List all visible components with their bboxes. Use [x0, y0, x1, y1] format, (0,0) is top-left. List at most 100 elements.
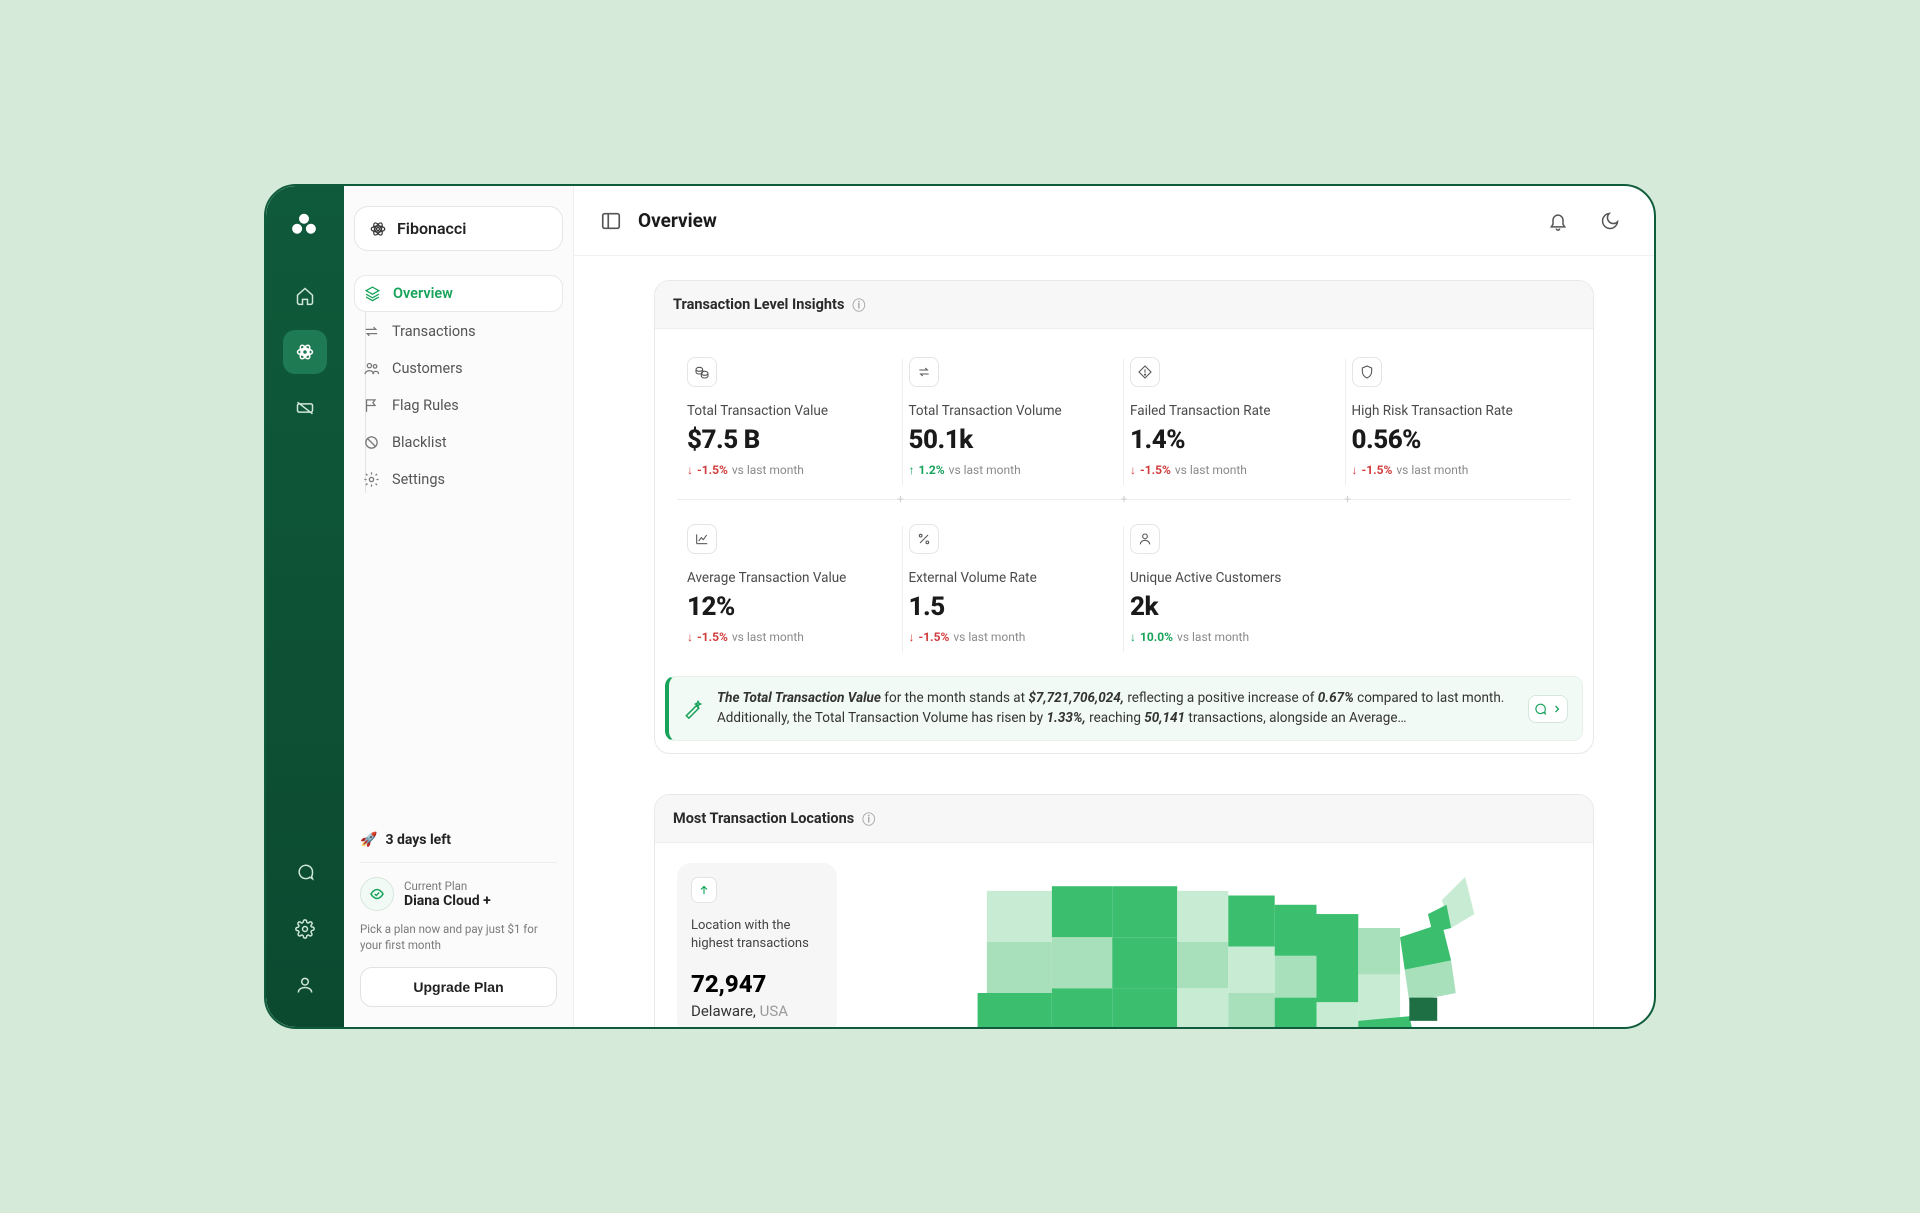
location-highlight-card: Location with the highest transactions 7… [677, 863, 837, 1027]
sidebar-item-label: Blacklist [392, 434, 447, 451]
percent-icon [909, 524, 939, 554]
locations-card: Most Transaction Locations ⓘ Location wi… [654, 794, 1594, 1027]
metric-value: 1.5 [909, 592, 1115, 622]
metrics-grid: Total Transaction Value $7.5 B ↓-1.5%vs … [655, 329, 1593, 670]
metrics-divider: +++ [677, 499, 1571, 500]
metric-label: Total Transaction Volume [909, 403, 1115, 419]
highlight-caption: Location with the highest transactions [691, 917, 823, 952]
chart-icon [687, 524, 717, 554]
metric-delta: ↑1.2%vs last month [909, 463, 1115, 477]
theme-toggle-button[interactable] [1592, 203, 1628, 239]
sidebar: Fibonacci Overview Transactions Customer… [344, 186, 574, 1027]
main: Overview Transaction Level Insights ⓘ [574, 186, 1654, 1027]
users-icon [362, 360, 380, 377]
arrow-down-icon: ↓ [1130, 463, 1136, 477]
workspace-switcher[interactable]: Fibonacci [354, 206, 563, 251]
metric-avg-value: Average Transaction Value 12% ↓-1.5%vs l… [681, 518, 903, 664]
metric-delta: ↓10.0%vs last month [1130, 630, 1336, 644]
sidebar-item-label: Settings [392, 471, 445, 488]
metric-value: 12% [687, 592, 893, 622]
plan-check-icon [360, 877, 394, 911]
page-title: Overview [638, 209, 717, 232]
metric-label: Failed Transaction Rate [1130, 403, 1336, 419]
rocket-icon: 🚀 [360, 832, 377, 848]
sidebar-item-label: Flag Rules [392, 397, 459, 414]
app-frame: Fibonacci Overview Transactions Customer… [264, 184, 1656, 1029]
ai-expand-button[interactable] [1528, 695, 1568, 723]
app-logo [289, 210, 321, 242]
upgrade-plan-button[interactable]: Upgrade Plan [360, 967, 557, 1007]
metric-label: Average Transaction Value [687, 570, 893, 586]
metric-label: Total Transaction Value [687, 403, 893, 419]
rail-workspace-button[interactable] [283, 330, 327, 374]
arrow-down-icon: ↓ [909, 630, 915, 644]
arrow-down-icon: ↓ [1352, 463, 1358, 477]
highlight-value: 72,947 [691, 970, 823, 998]
arrow-down-icon: ↓ [687, 463, 693, 477]
metric-delta: ↓-1.5%vs last month [687, 630, 893, 644]
flag-icon [362, 397, 380, 414]
insights-card-header: Transaction Level Insights ⓘ [655, 281, 1593, 329]
rail-home-button[interactable] [283, 274, 327, 318]
sidebar-item-settings[interactable]: Settings [354, 462, 563, 497]
card-title: Transaction Level Insights [673, 296, 844, 313]
info-icon[interactable]: ⓘ [852, 295, 865, 314]
sidebar-item-label: Overview [393, 285, 453, 302]
icon-rail [266, 186, 344, 1027]
topbar: Overview [574, 186, 1654, 256]
rail-support-button[interactable] [283, 851, 327, 895]
swap-icon [909, 357, 939, 387]
highlight-place: Delaware, USA [691, 1002, 823, 1020]
insights-card: Transaction Level Insights ⓘ Total Trans… [654, 280, 1594, 754]
metric-label: High Risk Transaction Rate [1352, 403, 1558, 419]
arrow-down-icon: ↓ [687, 630, 693, 644]
info-icon[interactable]: ⓘ [862, 809, 875, 828]
metric-unique-customers: Unique Active Customers 2k ↓10.0%vs last… [1124, 518, 1346, 664]
atom-icon [369, 220, 387, 238]
sidebar-item-label: Transactions [392, 323, 476, 340]
shield-icon [1352, 357, 1382, 387]
gear-icon [362, 471, 380, 488]
metric-external-volume: External Volume Rate 1.5 ↓-1.5%vs last m… [903, 518, 1125, 664]
rail-settings-button[interactable] [283, 907, 327, 951]
panel-toggle-icon[interactable] [600, 210, 622, 232]
metric-label: External Volume Rate [909, 570, 1115, 586]
arrow-up-icon: ↑ [909, 463, 915, 477]
metric-delta: ↓-1.5%vs last month [1130, 463, 1336, 477]
metric-delta: ↓-1.5%vs last month [687, 463, 893, 477]
transfer-icon [362, 323, 380, 340]
notifications-button[interactable] [1540, 203, 1576, 239]
alert-icon [1130, 357, 1160, 387]
sidebar-item-blacklist[interactable]: Blacklist [354, 425, 563, 460]
plan-box: 🚀 3 days left Current Plan Diana Cloud +… [354, 822, 563, 1007]
sidebar-item-label: Customers [392, 360, 463, 377]
sidebar-item-transactions[interactable]: Transactions [354, 314, 563, 349]
metric-value: 1.4% [1130, 425, 1336, 455]
rail-broadcast-button[interactable] [283, 386, 327, 430]
ai-insight-strip: The Total Transaction Value for the mont… [665, 676, 1583, 741]
chat-icon [1533, 702, 1547, 716]
user-icon [1130, 524, 1160, 554]
chevron-right-icon [1551, 703, 1563, 715]
sidebar-item-overview[interactable]: Overview [354, 275, 563, 312]
sidebar-item-flag-rules[interactable]: Flag Rules [354, 388, 563, 423]
metric-total-value: Total Transaction Value $7.5 B ↓-1.5%vs … [681, 351, 903, 497]
sidebar-item-customers[interactable]: Customers [354, 351, 563, 386]
card-title: Most Transaction Locations [673, 810, 854, 827]
metric-value: 50.1k [909, 425, 1115, 455]
ban-icon [362, 434, 380, 451]
metric-label: Unique Active Customers [1130, 570, 1336, 586]
content[interactable]: Transaction Level Insights ⓘ Total Trans… [574, 256, 1654, 1027]
current-plan-label: Current Plan [404, 879, 491, 893]
rail-profile-button[interactable] [283, 963, 327, 1007]
locations-card-header: Most Transaction Locations ⓘ [655, 795, 1593, 843]
magic-wand-icon [683, 699, 703, 719]
trial-remaining: 🚀 3 days left [360, 832, 557, 863]
arrow-down-icon: ↓ [1130, 630, 1136, 644]
metric-failed-rate: Failed Transaction Rate 1.4% ↓-1.5%vs la… [1124, 351, 1346, 497]
upload-arrow-icon [691, 877, 717, 903]
trial-text: 3 days left [385, 832, 451, 848]
plan-copy: Pick a plan now and pay just $1 for your… [360, 921, 557, 953]
us-map [867, 863, 1571, 1027]
workspace-name: Fibonacci [397, 219, 466, 238]
